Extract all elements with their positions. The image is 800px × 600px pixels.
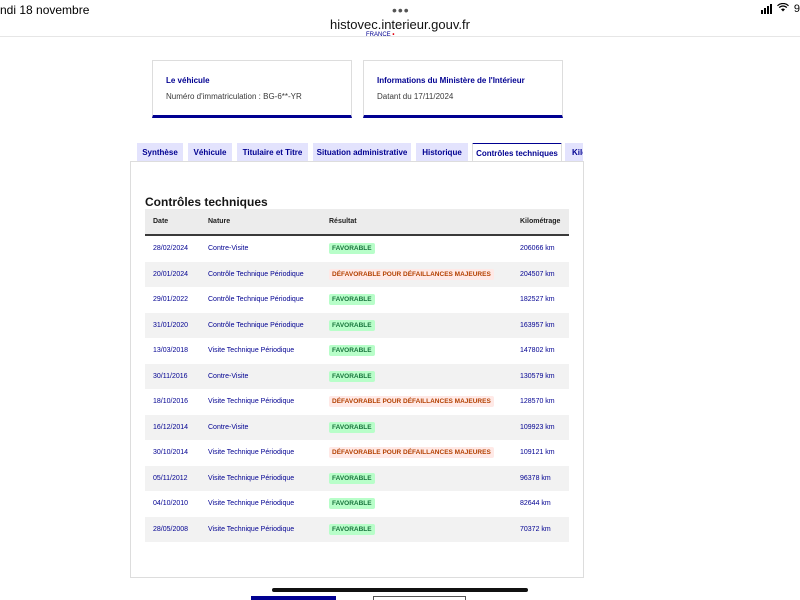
section-title: Contrôles techniques: [145, 195, 268, 209]
tab-synthese[interactable]: Synthèse: [137, 143, 183, 162]
cell-nature: Visite Technique Périodique: [208, 525, 295, 533]
table-row: 31/01/2020 Contrôle Technique Périodique F…: [145, 312, 569, 338]
col-resultat: Résultat: [329, 218, 357, 225]
cell-nature: Visite Technique Périodique: [208, 500, 295, 507]
table-row: 28/05/2008 Visite Technique Périodique FAV…: [145, 516, 569, 542]
table-row: 29/01/2022 Contrôle Technique Périodique F…: [145, 287, 569, 313]
col-nature: Nature: [208, 218, 231, 225]
wifi-icon: [776, 2, 789, 15]
logo-mark: •: [392, 32, 395, 38]
table-row: 30/11/2016 Contre-Visite FAVORABLE 130579 k…: [145, 363, 569, 389]
result-badge: FAVORABLE: [329, 472, 375, 484]
ministry-info-card: Informations du Ministère de l'Intérieur…: [363, 60, 563, 118]
cell-nature: Visite Technique Périodique: [208, 449, 295, 456]
address-bar-url[interactable]: histovec.interieur.gouv.fr: [0, 17, 800, 32]
site-logo-fragment: FRANCE •: [366, 32, 394, 38]
cell-nature: Contrôle Technique Périodique: [208, 270, 304, 278]
table-row: 30/10/2014 Visite Technique Périodique DÉF…: [145, 440, 569, 466]
cell-date: 16/12/2014: [153, 423, 189, 431]
cell-nature: Contre-Visite: [208, 423, 249, 431]
cell-kilometrage: 204507 km: [520, 270, 555, 278]
result-badge: DÉFAVORABLE POUR DÉFAILLANCES MAJEURES: [329, 268, 494, 280]
controles-panel: Contrôles techniques Date Nature Résulta…: [130, 161, 584, 578]
ministry-card-date: Datant du 17/11/2024: [377, 92, 454, 101]
result-badge: FAVORABLE: [329, 243, 375, 254]
cell-date: 30/11/2016: [153, 372, 188, 380]
cell-date: 30/10/2014: [153, 449, 189, 456]
cell-date: 04/10/2010: [153, 500, 189, 507]
table-row: 05/11/2012 Visite Technique Périodique FAV…: [145, 465, 569, 491]
cell-kilometrage: 130579 km: [520, 372, 555, 380]
cell-kilometrage: 206066 km: [520, 245, 555, 252]
cell-nature: Visite Technique Périodique: [208, 347, 295, 354]
cell-kilometrage: 147802 km: [520, 347, 555, 354]
result-badge: DÉFAVORABLE POUR DÉFAILLANCES MAJEURES: [329, 447, 494, 458]
cell-nature: Contrôle Technique Périodique: [208, 321, 304, 329]
cell-kilometrage: 70372 km: [520, 525, 551, 533]
cell-date: 28/05/2008: [153, 525, 189, 533]
cell-date: 20/01/2024: [153, 270, 189, 278]
result-badge: FAVORABLE: [329, 523, 375, 535]
battery-level: 9: [793, 3, 800, 15]
cell-kilometrage: 182527 km: [520, 296, 555, 303]
table-row: 28/02/2024 Contre-Visite FAVORABLE 206066 k…: [145, 236, 569, 262]
more-dots-icon[interactable]: •••: [392, 2, 410, 18]
tab-titulaire-titre[interactable]: Titulaire et Titre: [237, 143, 308, 162]
cell-kilometrage: 109121 km: [520, 449, 555, 456]
cell-kilometrage: 163957 km: [520, 321, 555, 329]
table-row: 18/10/2016 Visite Technique Périodique DÉF…: [145, 389, 569, 415]
cell-nature: Visite Technique Périodique: [208, 474, 295, 482]
cell-kilometrage: 128570 km: [520, 398, 555, 405]
table-body: 28/02/2024 Contre-Visite FAVORABLE 206066 k…: [145, 236, 569, 542]
result-badge: FAVORABLE: [329, 294, 375, 305]
result-badge: FAVORABLE: [329, 345, 375, 356]
status-indicators: 9: [760, 2, 800, 15]
table-row: 20/01/2024 Contrôle Technique Périodique D…: [145, 261, 569, 287]
cell-date: 13/03/2018: [153, 347, 189, 354]
cell-nature: Contre-Visite: [208, 245, 249, 252]
browser-status-bar: ndi 18 novembre ••• histovec.interieur.g…: [0, 0, 800, 37]
cell-date: 29/01/2022: [153, 296, 189, 303]
cell-kilometrage: 82644 km: [520, 500, 551, 507]
cell-date: 18/10/2016: [153, 398, 189, 405]
tab-historique[interactable]: Historique: [416, 143, 468, 162]
ministry-card-title: Informations du Ministère de l'Intérieur: [377, 76, 525, 85]
home-indicator[interactable]: [272, 588, 528, 592]
table-header: Date Nature Résultat Kilométrage: [145, 209, 569, 236]
table-row: 04/10/2010 Visite Technique Périodique FAV…: [145, 491, 569, 517]
vehicle-card-plate: Numéro d'immatriculation : BG-6**-YR: [166, 92, 302, 101]
cell-kilometrage: 109923 km: [520, 423, 555, 431]
tab-kilometrage[interactable]: Kilométrage: [565, 143, 583, 162]
cell-nature: Contrôle Technique Périodique: [208, 296, 304, 303]
tab-situation-administrative[interactable]: Situation administrative: [313, 143, 411, 162]
result-badge: FAVORABLE: [329, 498, 375, 509]
signal-icon: [760, 4, 772, 14]
table-row: 16/12/2014 Contre-Visite FAVORABLE 109923 k…: [145, 414, 569, 440]
result-badge: FAVORABLE: [329, 319, 375, 331]
result-badge: FAVORABLE: [329, 421, 375, 433]
cell-date: 28/02/2024: [153, 245, 189, 252]
status-date: ndi 18 novembre: [0, 3, 90, 17]
bottom-secondary-button[interactable]: [373, 596, 466, 600]
logo-text: FRANCE: [366, 32, 391, 38]
cell-date: 05/11/2012: [153, 474, 188, 482]
cell-kilometrage: 96378 km: [520, 474, 551, 482]
result-badge: DÉFAVORABLE POUR DÉFAILLANCES MAJEURES: [329, 396, 494, 407]
cell-nature: Contre-Visite: [208, 372, 249, 380]
cell-date: 31/01/2020: [153, 321, 189, 329]
vehicle-card-title: Le véhicule: [166, 76, 210, 85]
vehicle-card: Le véhicule Numéro d'immatriculation : B…: [152, 60, 352, 118]
tab-vehicule[interactable]: Véhicule: [188, 143, 232, 162]
col-kilometrage: Kilométrage: [520, 218, 561, 225]
tab-controles-techniques[interactable]: Contrôles techniques: [472, 143, 562, 162]
cell-nature: Visite Technique Périodique: [208, 398, 295, 405]
bottom-primary-button[interactable]: [251, 596, 336, 600]
col-date: Date: [153, 218, 169, 225]
result-badge: FAVORABLE: [329, 370, 375, 382]
tab-bar: Synthèse Véhicule Titulaire et Titre Sit…: [137, 143, 583, 162]
table-row: 13/03/2018 Visite Technique Périodique FAV…: [145, 338, 569, 364]
